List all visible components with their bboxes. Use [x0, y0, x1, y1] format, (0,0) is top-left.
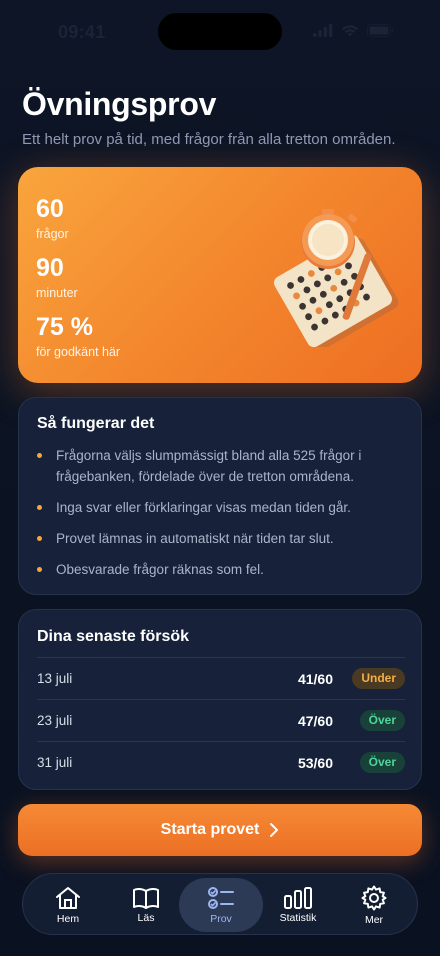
stat-questions: 60 frågor	[36, 195, 69, 242]
tab-bar: Hem Läs Prov Statistik Mer	[22, 873, 418, 935]
tab-label: Mer	[364, 913, 384, 926]
attempt-date: 23 juli	[37, 713, 73, 728]
stat-pass-threshold: 75 % för godkänt här	[36, 313, 121, 360]
rule-text: Inga svar eller förklaringar visas medan…	[56, 500, 351, 515]
rule-text: Frågorna väljs slumpmässigt bland alla 5…	[56, 448, 362, 484]
stat-value: 75 %	[36, 313, 93, 341]
wifi-icon	[342, 25, 358, 37]
attempt-row[interactable]: 13 juli 41/60 Under	[37, 657, 405, 699]
tab-exam[interactable]: Prov	[179, 878, 263, 932]
bullet-dot-icon	[37, 567, 42, 572]
list-item: Frågorna väljs slumpmässigt bland alla 5…	[37, 445, 409, 487]
attempts-list: 13 juli 41/60 Under 23 juli 47/60 Över 3…	[37, 657, 405, 783]
attempt-score: 47/60	[297, 712, 333, 729]
status-badge: Över	[359, 710, 405, 731]
rule-text: Obesvarade frågor räknas som fel.	[56, 562, 264, 577]
stat-value: 90	[36, 254, 64, 282]
rules-list: Frågorna väljs slumpmässigt bland alla 5…	[37, 445, 409, 590]
status-bar: 09:41	[0, 0, 440, 62]
start-button-label: Starta provet	[160, 821, 260, 838]
tab-label: Hem	[56, 912, 80, 925]
bullet-dot-icon	[37, 505, 42, 510]
page-title: Övningsprov	[22, 86, 217, 122]
list-item: Provet lämnas in automatiskt när tiden t…	[37, 528, 409, 549]
gear-icon	[361, 885, 387, 910]
card-title: Dina senaste försök	[37, 628, 190, 645]
rule-text: Provet lämnas in automatiskt när tiden t…	[56, 531, 334, 546]
tab-read[interactable]: Läs	[107, 874, 185, 936]
tab-label: Prov	[210, 912, 232, 925]
tab-label: Läs	[137, 911, 155, 924]
stat-value: 60	[36, 195, 64, 223]
page-subtitle: Ett helt prov på tid, med frågor från al…	[22, 131, 396, 148]
home-icon	[56, 886, 80, 909]
dynamic-island	[158, 13, 282, 50]
card-title: Så fungerar det	[37, 415, 155, 432]
chevron-right-icon	[270, 823, 279, 837]
bullet-dot-icon	[37, 453, 42, 458]
attempt-score: 41/60	[297, 670, 333, 687]
stat-label: för godkänt här	[36, 345, 121, 359]
attempt-row[interactable]: 23 juli 47/60 Över	[37, 699, 405, 741]
checklist-icon	[208, 886, 234, 909]
battery-icon	[367, 24, 394, 37]
attempt-row[interactable]: 31 juli 53/60 Över	[37, 741, 405, 783]
bullet-dot-icon	[37, 536, 42, 541]
status-badge: Över	[359, 752, 405, 773]
how-it-works-card: Så fungerar det Frågorna väljs slumpmäss…	[18, 397, 422, 595]
tab-label: Statistik	[279, 911, 317, 924]
recent-attempts-card: Dina senaste försök 13 juli 41/60 Under …	[18, 609, 422, 790]
exam-summary-card: 60 frågor 90 minuter 75 % för godkänt hä…	[18, 167, 422, 383]
status-time: 09:41	[58, 22, 106, 42]
status-badge: Under	[352, 668, 405, 689]
timer-and-answer-sheet-icon	[273, 209, 399, 347]
status-icons	[313, 24, 394, 37]
book-icon	[133, 887, 159, 909]
start-exam-button[interactable]: Starta provet	[18, 804, 422, 856]
stat-label: frågor	[36, 227, 69, 241]
tab-home[interactable]: Hem	[29, 874, 107, 936]
list-item: Obesvarade frågor räknas som fel.	[37, 559, 409, 580]
tab-statistics[interactable]: Statistik	[259, 874, 337, 936]
stat-minutes: 90 minuter	[36, 254, 78, 301]
attempt-date: 31 juli	[37, 755, 73, 770]
attempt-score: 53/60	[297, 754, 333, 771]
tab-more[interactable]: Mer	[335, 874, 413, 936]
stat-label: minuter	[36, 286, 78, 300]
bar-chart-icon	[284, 886, 312, 909]
attempt-date: 13 juli	[37, 671, 73, 686]
list-item: Inga svar eller förklaringar visas medan…	[37, 497, 409, 518]
cellular-signal-icon	[313, 24, 333, 37]
